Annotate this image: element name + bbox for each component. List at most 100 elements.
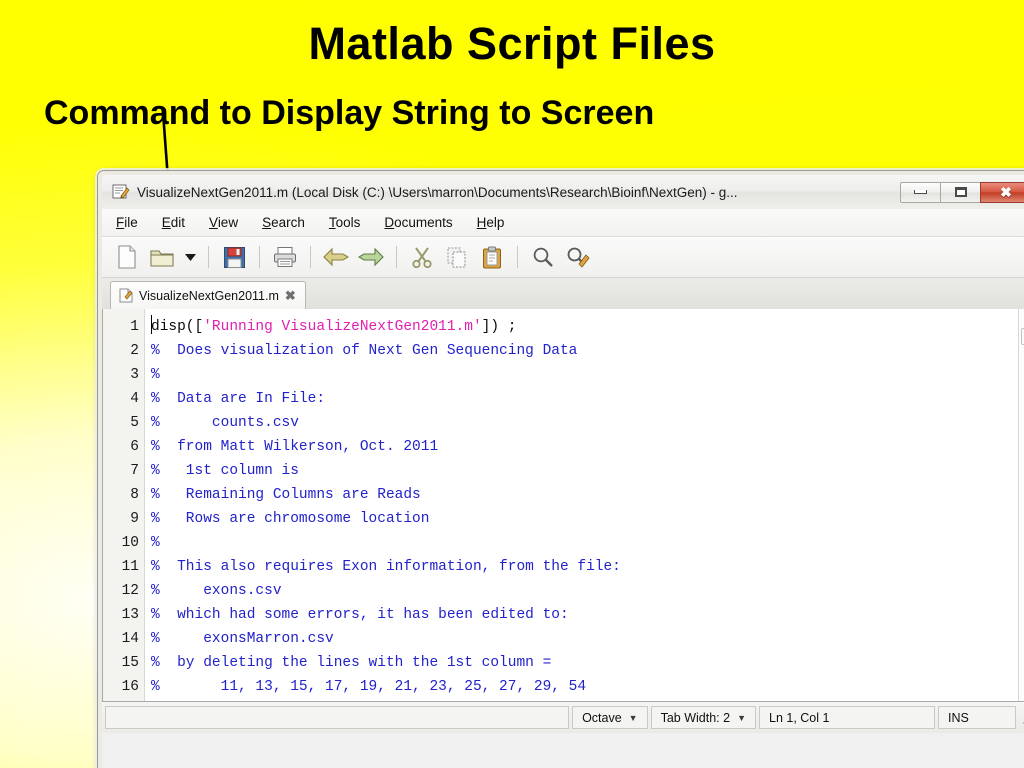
line-number: 13 — [121, 607, 139, 623]
scrollbar-track[interactable] — [1020, 326, 1024, 684]
line-number: 3 — [130, 367, 139, 383]
line-number: 14 — [121, 631, 139, 647]
code-line[interactable]: % exonsMarron.csv — [151, 627, 1024, 651]
print-button[interactable] — [270, 242, 300, 272]
maximize-icon — [954, 187, 967, 197]
language-selector[interactable]: Octave ▼ — [572, 706, 648, 729]
code-line[interactable]: % 1st column is — [151, 459, 1024, 483]
tab-width-selector[interactable]: Tab Width: 2 ▼ — [650, 706, 756, 729]
cut-button[interactable] — [407, 242, 437, 272]
vertical-scrollbar[interactable] — [1018, 309, 1024, 701]
cursor-position: Ln 1, Col 1 — [759, 706, 935, 729]
code-segment-string: 'Running VisualizeNextGen2011.m' — [203, 319, 482, 335]
code-line[interactable]: % Does visualization of Next Gen Sequenc… — [151, 339, 1024, 363]
code-segment-comment: % from Matt Wilkerson, Oct. 2011 — [151, 439, 439, 455]
toolbar-separator — [517, 246, 518, 268]
code-segment-code: disp([ — [151, 319, 204, 335]
insert-mode[interactable]: INS — [938, 706, 1016, 729]
menu-item-view[interactable]: View — [209, 215, 238, 230]
new-file-button[interactable] — [112, 242, 142, 272]
tab-label: VisualizeNextGen2011.m — [139, 288, 279, 303]
paste-button[interactable] — [477, 242, 507, 272]
code-editor[interactable]: 123456789101112131415161718 disp(['Runni… — [102, 309, 1024, 702]
language-label: Octave — [582, 710, 622, 725]
cut-icon — [412, 247, 432, 268]
code-line[interactable]: % — [151, 699, 1024, 701]
code-segment-comment: % Rows are chromosome location — [151, 511, 430, 527]
tab-width-label: Tab Width: 2 — [660, 710, 731, 725]
scroll-up-button[interactable] — [1020, 309, 1024, 326]
print-icon — [274, 247, 296, 267]
tab-visualizenextgen2011[interactable]: VisualizeNextGen2011.m ✖ — [110, 281, 306, 309]
statusbar: Octave ▼ Tab Width: 2 ▼ Ln 1, Col 1 INS — [102, 702, 1024, 733]
statusbar-message-area — [105, 706, 570, 729]
undo-button[interactable] — [321, 242, 351, 272]
save-button[interactable] — [219, 242, 249, 272]
code-segment-comment: % — [151, 367, 160, 383]
scrollbar-thumb[interactable] — [1020, 328, 1024, 345]
menu-item-help[interactable]: Help — [477, 215, 505, 230]
text-caret — [151, 315, 152, 334]
code-segment-comment: % 1st column is — [151, 463, 299, 479]
paste-icon — [483, 246, 501, 268]
copy-button[interactable] — [442, 242, 472, 272]
line-number: 16 — [121, 679, 139, 695]
code-segment-comment: % Data are In File: — [151, 391, 326, 407]
line-number: 1 — [130, 319, 139, 335]
gedit-editor-window: VisualizeNextGen2011.m (Local Disk (C:) … — [97, 170, 1024, 768]
code-line[interactable]: % 11, 13, 15, 17, 19, 21, 23, 25, 27, 29… — [151, 675, 1024, 699]
toolbar-separator — [310, 246, 311, 268]
code-segment-comment: % by deleting the lines with the 1st col… — [151, 655, 552, 671]
scroll-down-button[interactable] — [1020, 684, 1024, 701]
line-number: 5 — [130, 415, 139, 431]
cursor-position-label: Ln 1, Col 1 — [769, 710, 830, 725]
code-segment-comment: % Remaining Columns are Reads — [151, 487, 421, 503]
open-file-button[interactable] — [147, 242, 177, 272]
code-line[interactable]: % exons.csv — [151, 579, 1024, 603]
open-folder-icon — [150, 250, 174, 267]
chevron-down-icon — [184, 254, 196, 261]
slide-background: Matlab Script Files Command to Display S… — [0, 0, 1024, 768]
page-subtitle: Command to Display String to Screen — [44, 94, 655, 132]
menu-item-tools[interactable]: Tools — [329, 215, 361, 230]
undo-icon — [323, 247, 349, 267]
code-segment-comment: % Does visualization of Next Gen Sequenc… — [151, 343, 578, 359]
redo-button[interactable] — [356, 242, 386, 272]
maximize-button[interactable] — [940, 181, 981, 203]
open-recent-dropdown-button[interactable] — [182, 242, 198, 272]
menu-item-file[interactable]: File — [116, 215, 138, 230]
menu-item-edit[interactable]: Edit — [162, 215, 185, 230]
code-segment-comment: % which had some errors, it has been edi… — [151, 607, 569, 623]
minimize-button[interactable] — [900, 181, 941, 203]
line-number: 10 — [121, 535, 139, 551]
code-segment-comment: % exons.csv — [151, 583, 282, 599]
new-file-icon — [118, 245, 136, 269]
code-text-area[interactable]: disp(['Running VisualizeNextGen2011.m'])… — [145, 309, 1024, 701]
code-line[interactable]: % counts.csv — [151, 411, 1024, 435]
menu-item-documents[interactable]: Documents — [384, 215, 452, 230]
window-controls: ✖ — [900, 181, 1024, 203]
menu-item-search[interactable]: Search — [262, 215, 305, 230]
code-line[interactable]: % Rows are chromosome location — [151, 507, 1024, 531]
line-number: 9 — [130, 511, 139, 527]
code-line[interactable]: % — [151, 363, 1024, 387]
code-line[interactable]: % — [151, 531, 1024, 555]
code-line[interactable]: % Remaining Columns are Reads — [151, 483, 1024, 507]
find-replace-button[interactable] — [563, 242, 593, 272]
tab-close-icon[interactable]: ✖ — [285, 289, 296, 302]
code-line[interactable]: % which had some errors, it has been edi… — [151, 603, 1024, 627]
close-button[interactable]: ✖ — [980, 181, 1024, 203]
code-line[interactable]: % This also requires Exon information, f… — [151, 555, 1024, 579]
code-line[interactable]: % from Matt Wilkerson, Oct. 2011 — [151, 435, 1024, 459]
save-icon — [223, 246, 245, 268]
window-titlebar[interactable]: VisualizeNextGen2011.m (Local Disk (C:) … — [102, 175, 1024, 209]
line-number: 11 — [121, 559, 139, 575]
line-number: 17 — [103, 699, 144, 701]
code-line[interactable]: % Data are In File: — [151, 387, 1024, 411]
code-line[interactable]: % by deleting the lines with the 1st col… — [151, 651, 1024, 675]
find-button[interactable] — [528, 242, 558, 272]
line-number: 4 — [130, 391, 139, 407]
line-number-gutter: 123456789101112131415161718 — [103, 309, 145, 701]
code-segment-comment: % — [151, 535, 160, 551]
code-line[interactable]: disp(['Running VisualizeNextGen2011.m'])… — [151, 315, 1024, 339]
